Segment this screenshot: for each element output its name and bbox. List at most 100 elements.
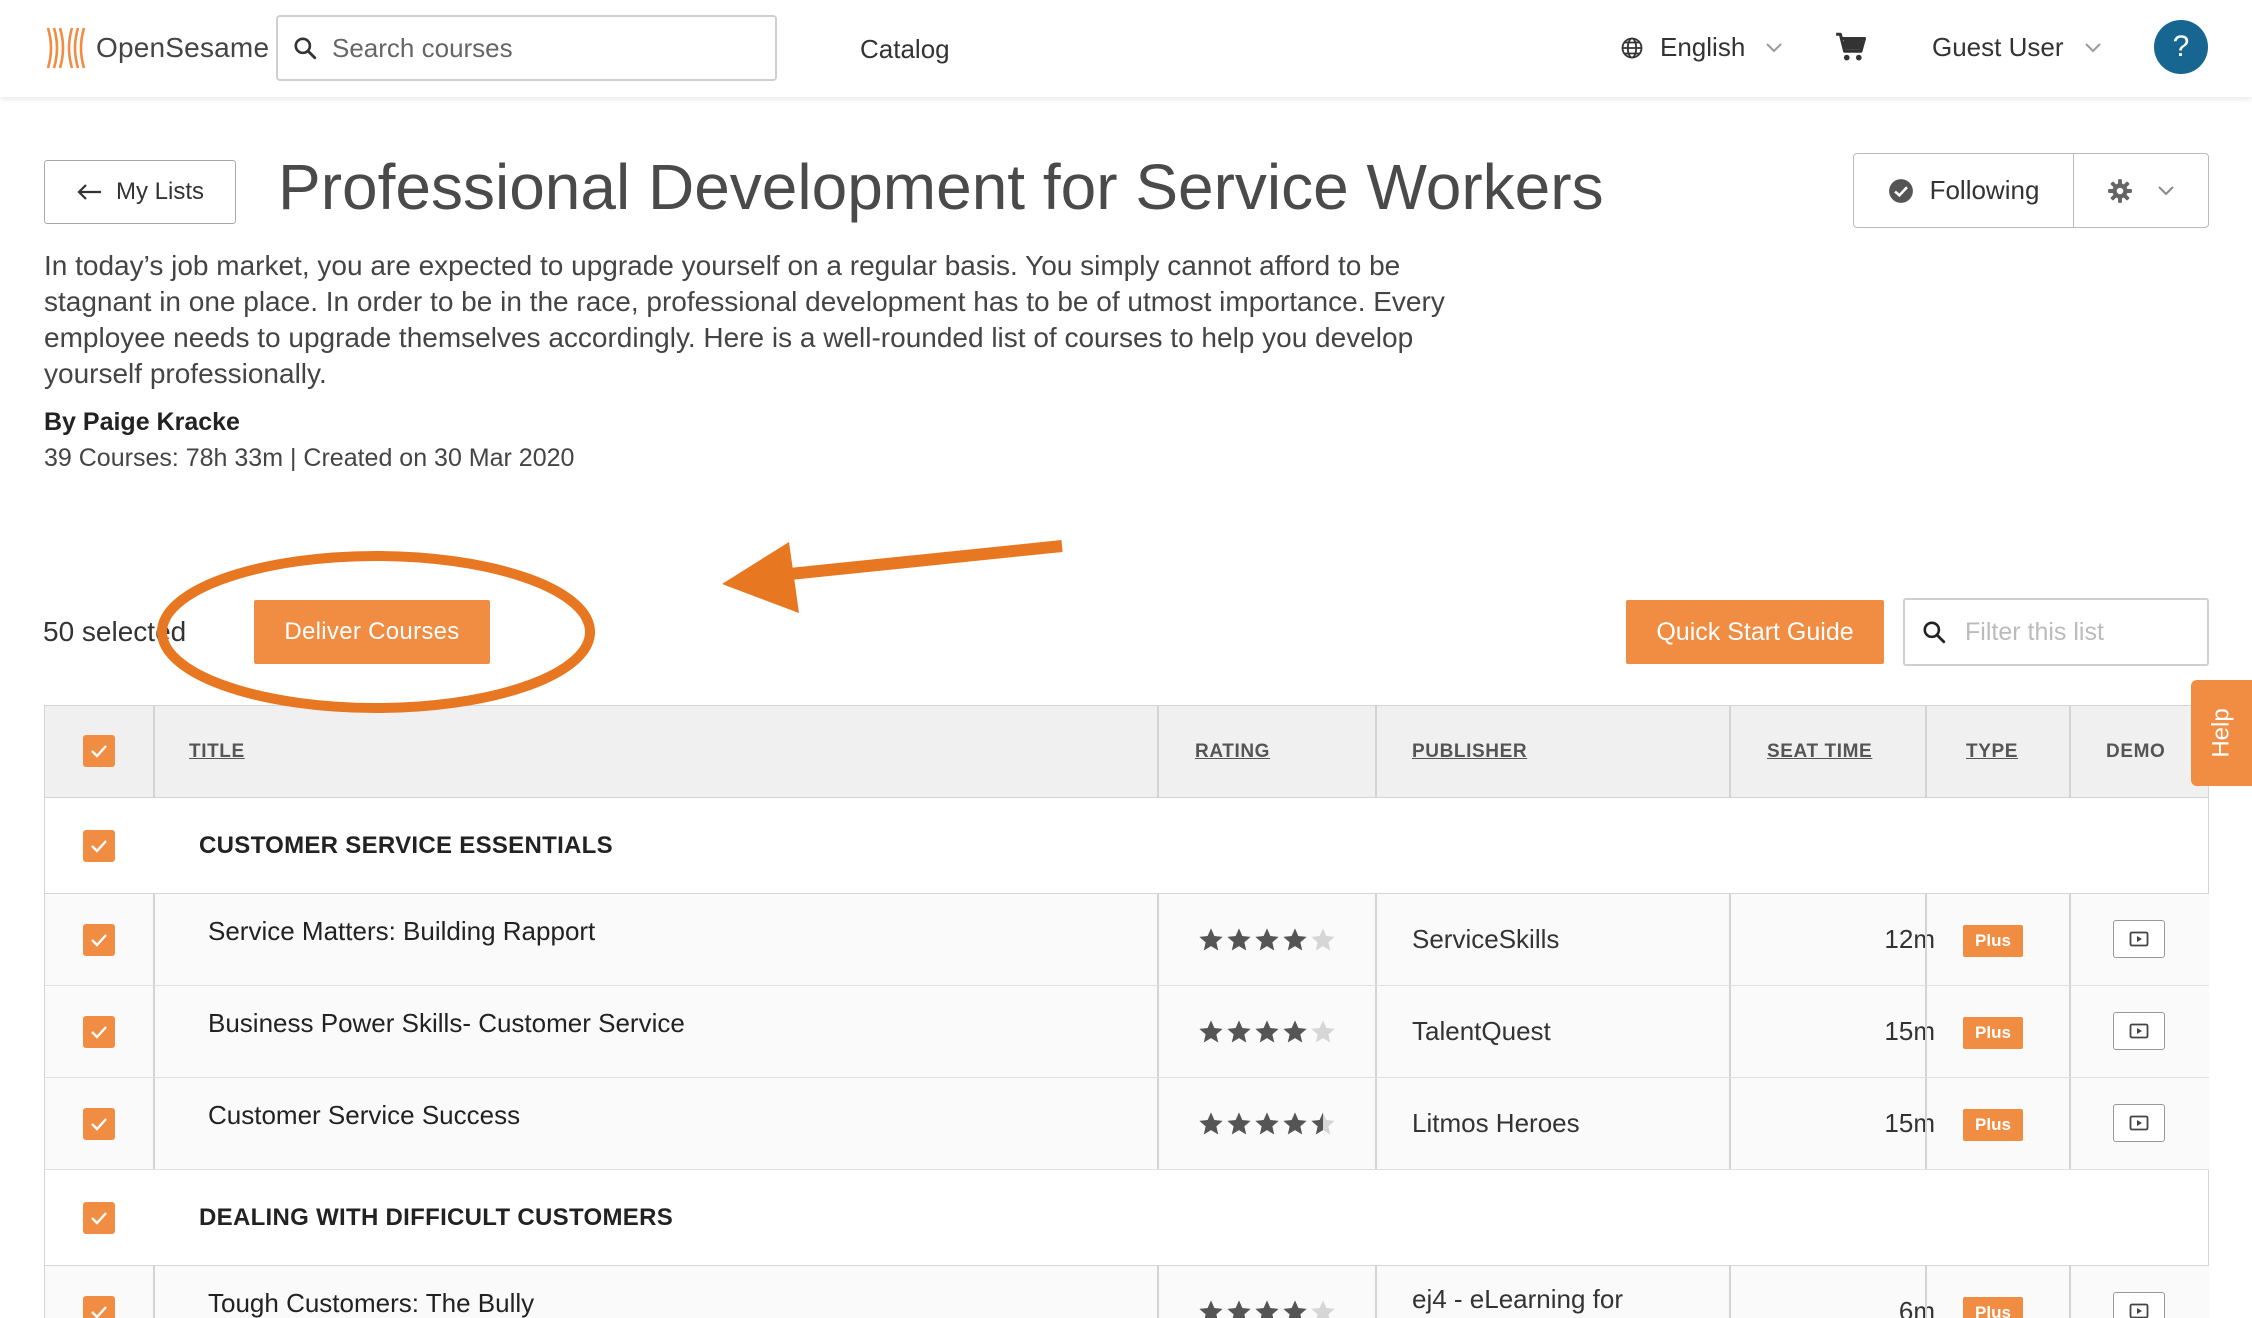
chevron-down-icon xyxy=(2084,42,2101,52)
demo-button[interactable] xyxy=(2113,920,2165,958)
following-label: Following xyxy=(1929,175,2040,205)
list-settings-dropdown[interactable] xyxy=(2074,154,2208,227)
row-checkbox[interactable] xyxy=(83,1016,115,1048)
cart-icon xyxy=(1836,32,1867,61)
search-icon xyxy=(1923,621,1946,644)
back-to-my-lists-button[interactable]: My Lists xyxy=(44,160,236,224)
filter-list[interactable] xyxy=(1903,598,2209,666)
search-icon xyxy=(294,37,317,60)
type-badge: Plus xyxy=(1963,1109,2023,1141)
course-title-link[interactable]: Business Power Skills- Customer Service xyxy=(208,1008,685,1039)
group-checkbox[interactable] xyxy=(83,1202,115,1234)
column-demo: DEMO xyxy=(2106,740,2166,762)
group-row: CUSTOMER SERVICE ESSENTIALS xyxy=(44,798,2209,894)
star-icon xyxy=(1199,1299,1223,1318)
star-icon xyxy=(1227,1299,1251,1318)
demo-button[interactable] xyxy=(2113,1104,2165,1142)
play-icon xyxy=(2129,1023,2149,1039)
annotation-arrow-shaft xyxy=(779,540,1063,581)
nav-catalog-link[interactable]: Catalog xyxy=(860,34,950,65)
star-icon xyxy=(1199,927,1223,950)
star-icon xyxy=(1255,927,1279,950)
star-icon xyxy=(1311,1299,1335,1318)
table-row[interactable]: Tough Customers: The Bully ej4 - eLearni… xyxy=(44,1266,2209,1318)
demo-button[interactable] xyxy=(2113,1012,2165,1050)
star-icon xyxy=(1255,1299,1279,1318)
quick-start-guide-button[interactable]: Quick Start Guide xyxy=(1626,600,1884,664)
publisher-name: Litmos Heroes xyxy=(1412,1108,1580,1138)
table-row[interactable]: Service Matters: Building Rapport Servic… xyxy=(44,894,2209,986)
group-row: DEALING WITH DIFFICULT CUSTOMERS xyxy=(44,1170,2209,1266)
globe-icon xyxy=(1621,37,1643,58)
demo-button[interactable] xyxy=(2113,1292,2165,1318)
logo-text: OpenSesame xyxy=(96,32,270,63)
star-rating xyxy=(1197,1078,1337,1169)
star-icon xyxy=(1255,1019,1279,1042)
seat-time: 12m xyxy=(1884,924,1935,954)
table-row[interactable]: Customer Service Success Litmos Heroes 1… xyxy=(44,1078,2209,1170)
user-name: Guest User xyxy=(1932,32,2064,62)
course-title-link[interactable]: Customer Service Success xyxy=(208,1100,520,1131)
column-seat-time[interactable]: SEAT TIME xyxy=(1767,706,1872,797)
star-icon xyxy=(1283,1111,1307,1134)
group-checkbox[interactable] xyxy=(83,830,115,862)
star-rating xyxy=(1197,894,1337,985)
column-type[interactable]: TYPE xyxy=(1966,706,2018,797)
deliver-courses-button[interactable]: Deliver Courses xyxy=(254,600,490,664)
following-button[interactable]: Following xyxy=(1854,154,2074,227)
filter-input[interactable] xyxy=(1965,617,2195,647)
check-icon xyxy=(91,840,107,853)
select-all-checkbox[interactable] xyxy=(83,735,115,767)
group-title[interactable]: DEALING WITH DIFFICULT CUSTOMERS xyxy=(199,1170,673,1265)
language-label: English xyxy=(1660,32,1746,62)
language-selector[interactable]: English xyxy=(1620,32,1783,63)
page-title: Professional Development for Service Wor… xyxy=(278,151,1604,223)
type-badge: Plus xyxy=(1963,925,2023,957)
row-checkbox[interactable] xyxy=(83,1108,115,1140)
list-meta: 39 Courses: 78h 33m | Created on 30 Mar … xyxy=(44,444,575,472)
annotation-arrow-head xyxy=(722,542,799,613)
group-title[interactable]: CUSTOMER SERVICE ESSENTIALS xyxy=(199,798,613,893)
search-input[interactable] xyxy=(332,32,752,64)
column-rating[interactable]: RATING xyxy=(1195,706,1270,797)
check-icon xyxy=(91,1306,107,1318)
user-menu[interactable]: Guest User xyxy=(1932,32,2102,63)
row-checkbox[interactable] xyxy=(83,924,115,956)
side-help-tab[interactable]: Help xyxy=(2191,680,2252,786)
opensesame-logo-mark-icon xyxy=(46,27,86,69)
star-rating xyxy=(1197,1266,1337,1318)
star-icon xyxy=(1199,1019,1223,1042)
table-row[interactable]: Business Power Skills- Customer Service … xyxy=(44,986,2209,1078)
cart-button[interactable] xyxy=(1834,30,1868,69)
publisher-name: ej4 - eLearning for xyxy=(1412,1284,1624,1314)
selected-count: 50 selected xyxy=(43,616,187,647)
publisher-name: TalentQuest xyxy=(1412,1016,1551,1046)
course-table: TITLE RATING PUBLISHER SEAT TIME TYPE DE… xyxy=(44,705,2209,1318)
play-icon xyxy=(2129,931,2149,947)
opensesame-logo[interactable]: OpenSesame xyxy=(42,24,269,72)
course-search[interactable] xyxy=(276,15,777,81)
side-help-label: Help xyxy=(2207,708,2235,758)
type-badge: Plus xyxy=(1963,1017,2023,1049)
arrow-left-icon xyxy=(77,184,101,200)
chevron-down-icon xyxy=(1766,42,1782,52)
column-publisher[interactable]: PUBLISHER xyxy=(1412,706,1527,797)
star-icon xyxy=(1199,1111,1223,1134)
gear-icon xyxy=(2108,178,2132,203)
play-icon xyxy=(2129,1303,2149,1318)
help-button[interactable]: ? xyxy=(2154,20,2208,74)
star-icon xyxy=(1311,927,1335,950)
course-title-link[interactable]: Tough Customers: The Bully xyxy=(208,1288,534,1318)
course-title-link[interactable]: Service Matters: Building Rapport xyxy=(208,916,595,947)
list-author: By Paige Kracke xyxy=(44,408,240,436)
seat-time: 6m xyxy=(1898,1296,1935,1318)
column-title[interactable]: TITLE xyxy=(189,706,245,797)
check-icon xyxy=(91,1212,107,1225)
star-rating xyxy=(1197,986,1337,1077)
row-checkbox[interactable] xyxy=(83,1296,115,1318)
back-label: My Lists xyxy=(115,178,204,205)
check-circle-icon xyxy=(1888,178,1913,203)
top-navigation-bar: OpenSesame Catalog English Guest User ? xyxy=(0,0,2252,97)
star-icon xyxy=(1283,1019,1307,1042)
follow-controls: Following xyxy=(1853,153,2209,228)
